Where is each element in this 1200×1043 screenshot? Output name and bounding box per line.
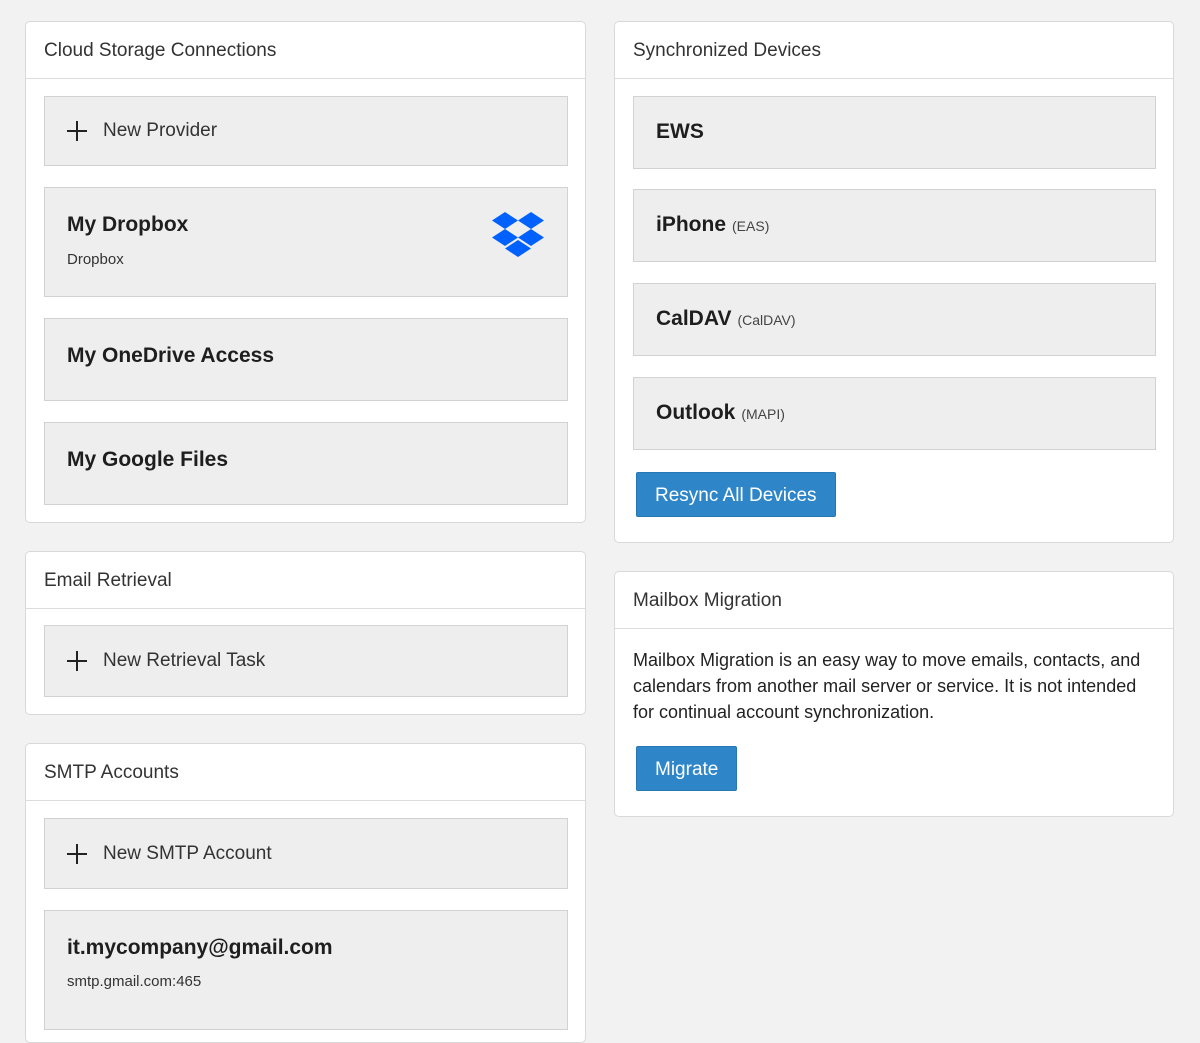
provider-name: My Dropbox bbox=[67, 213, 189, 236]
dropbox-icon bbox=[492, 212, 544, 257]
panel-title: SMTP Accounts bbox=[26, 744, 585, 801]
plus-icon bbox=[67, 121, 87, 141]
synchronized-devices-panel: Synchronized Devices EWS iPhone (EAS) Ca… bbox=[614, 21, 1174, 543]
device-protocol: (MAPI) bbox=[741, 406, 785, 422]
email-retrieval-panel: Email Retrieval New Retrieval Task bbox=[25, 551, 586, 715]
panel-title: Cloud Storage Connections bbox=[26, 22, 585, 79]
smtp-account-email: it.mycompany@gmail.com bbox=[67, 936, 333, 959]
cloud-storage-panel: Cloud Storage Connections New Provider M… bbox=[25, 21, 586, 523]
mailbox-migration-panel: Mailbox Migration Mailbox Migration is a… bbox=[614, 571, 1174, 817]
provider-google[interactable]: My Google Files bbox=[44, 422, 568, 505]
plus-icon bbox=[67, 651, 87, 671]
plus-icon bbox=[67, 843, 87, 864]
new-provider-button[interactable]: New Provider bbox=[44, 96, 568, 166]
provider-onedrive[interactable]: My OneDrive Access bbox=[44, 318, 568, 401]
new-retrieval-task-label: New Retrieval Task bbox=[103, 650, 266, 671]
device-ews[interactable]: EWS bbox=[633, 96, 1156, 169]
panel-title: Mailbox Migration bbox=[615, 572, 1173, 629]
smtp-account-item[interactable]: it.mycompany@gmail.com smtp.gmail.com:46… bbox=[44, 910, 568, 1030]
device-protocol: (CalDAV) bbox=[737, 312, 796, 328]
device-protocol: (EAS) bbox=[732, 218, 770, 234]
device-name: EWS bbox=[656, 120, 704, 143]
resync-all-devices-button[interactable]: Resync All Devices bbox=[636, 472, 836, 517]
provider-type: Dropbox bbox=[67, 251, 124, 268]
device-name: Outlook bbox=[656, 401, 736, 424]
provider-dropbox[interactable]: My Dropbox Dropbox bbox=[44, 187, 568, 297]
new-smtp-account-button[interactable]: New SMTP Account bbox=[44, 818, 568, 889]
provider-name: My OneDrive Access bbox=[67, 344, 274, 367]
new-retrieval-task-button[interactable]: New Retrieval Task bbox=[44, 625, 568, 697]
panel-title: Synchronized Devices bbox=[615, 22, 1173, 79]
device-caldav[interactable]: CalDAV (CalDAV) bbox=[633, 283, 1156, 356]
device-name: iPhone bbox=[656, 213, 727, 236]
new-smtp-account-label: New SMTP Account bbox=[103, 842, 272, 864]
new-provider-label: New Provider bbox=[103, 120, 218, 141]
device-outlook[interactable]: Outlook (MAPI) bbox=[633, 377, 1156, 450]
device-iphone[interactable]: iPhone (EAS) bbox=[633, 189, 1156, 262]
panel-title: Email Retrieval bbox=[26, 552, 585, 609]
migrate-button[interactable]: Migrate bbox=[636, 746, 738, 791]
provider-name: My Google Files bbox=[67, 448, 229, 471]
migration-description: Mailbox Migration is an easy way to move… bbox=[633, 650, 1141, 722]
device-name: CalDAV bbox=[656, 307, 732, 330]
smtp-account-server: smtp.gmail.com:465 bbox=[67, 973, 202, 990]
smtp-accounts-panel: SMTP Accounts New SMTP Account it.mycomp… bbox=[25, 743, 586, 1043]
